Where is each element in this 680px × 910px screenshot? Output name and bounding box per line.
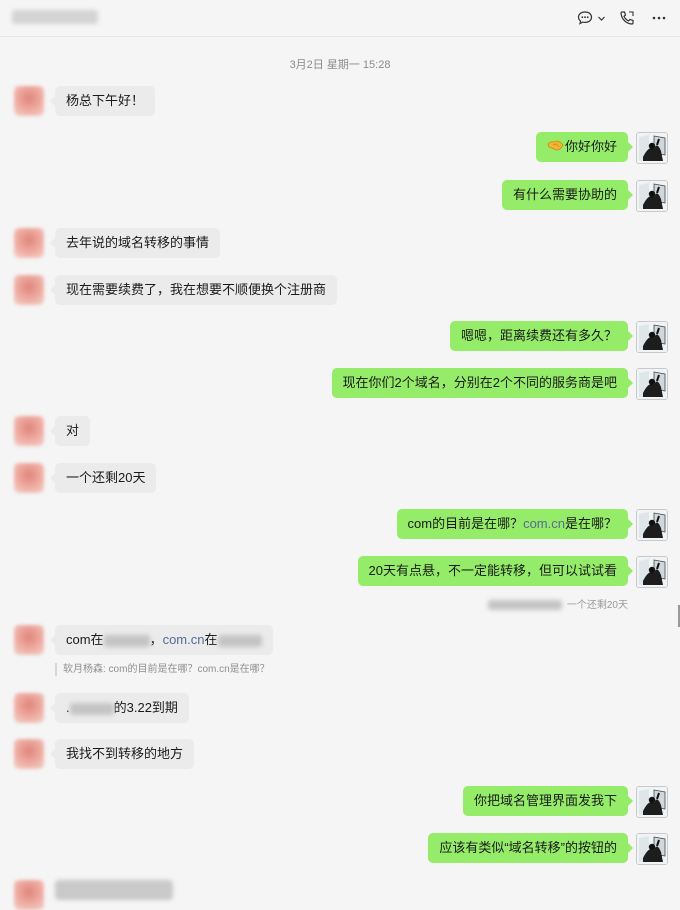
redacted-text [103,634,150,647]
message-bubble[interactable]: . 的3.22到期 [50,693,189,723]
redacted-text [69,702,114,715]
message-bubble[interactable]: 有什么需要协助的 [501,180,634,210]
chat-bubble-icon[interactable] [574,7,596,29]
contact-avatar[interactable] [14,416,44,446]
message-link[interactable]: com.cn [163,632,205,647]
message-row: 你把域名管理界面发我下 [0,786,680,820]
chat-title-redacted [12,10,98,24]
redacted-message[interactable] [55,880,173,900]
chevron-down-icon[interactable] [596,7,606,29]
message-bubble[interactable]: 现在需要续费了，我在想要不顺便换个注册商 [49,275,338,305]
message-row: 有什么需要协助的 [0,180,680,214]
message-text: 的3.22到期 [113,700,178,715]
message-row: com在 ，com.cn在 [0,625,680,659]
message-row: . 的3.22到期 [0,693,680,727]
quoted-reply[interactable]: 一个还剩20天 [487,596,628,611]
redacted-text [487,600,562,611]
message-bubble[interactable]: 我找不到转移的地方 [49,739,195,769]
message-bubble[interactable]: 一个还剩20天 [49,463,157,493]
chat-header [0,0,680,37]
message-bubble[interactable]: 你好你好 [535,132,634,163]
message-row: 我找不到转移的地方 [0,739,680,773]
message-bubble[interactable]: 应该有类似“域名转移”的按钮的 [428,833,633,863]
message-row: 现在需要续费了，我在想要不顺便换个注册商 [0,275,680,309]
message-text: 是在哪？ [564,516,617,531]
contact-avatar[interactable] [14,86,44,116]
message-text: 在 [204,632,218,647]
message-row: 嗯嗯，距离续费还有多久？ [0,321,680,355]
message-text: ， [149,632,163,647]
message-row: 杨总下午好！ [0,86,680,120]
message-link[interactable]: com.cn [523,516,565,531]
message-row: 20天有点悬，不一定能转移，但可以试试看 [0,556,680,590]
contact-avatar[interactable] [14,693,44,723]
redacted-text [217,634,262,647]
message-row: com的目前是在哪？com.cn是在哪？ [0,509,680,543]
contact-avatar[interactable] [14,625,44,655]
my-avatar[interactable] [636,556,668,588]
message-bubble[interactable]: com在 ，com.cn在 [50,625,273,655]
message-bubble[interactable]: 嗯嗯，距离续费还有多久？ [449,321,634,351]
message-row: 一个还剩20天 [0,463,680,497]
message-text: 你好你好 [564,139,617,154]
message-row: 对 [0,416,680,450]
message-text: com在 [66,632,104,647]
message-row: 现在你们2个域名，分别在2个不同的服务商是吧 [0,368,680,402]
quoted-text: 一个还剩20天 [566,600,628,611]
my-avatar[interactable] [636,786,668,818]
handshake-icon [547,133,564,163]
contact-avatar[interactable] [14,228,44,258]
message-bubble[interactable]: 你把域名管理界面发我下 [462,786,634,816]
message-bubble[interactable]: com的目前是在哪？com.cn是在哪？ [396,509,634,539]
my-avatar[interactable] [636,509,668,541]
my-avatar[interactable] [636,368,668,400]
phone-icon[interactable] [616,7,638,29]
my-avatar[interactable] [636,132,668,164]
my-avatar[interactable] [636,321,668,353]
quoted-reply[interactable]: 软月杨森: com的目前是在哪？com.cn是在哪？ [55,663,270,676]
message-row: 去年说的域名转移的事情 [0,228,680,262]
message-bubble[interactable]: 20天有点悬，不一定能转移，但可以试试看 [357,556,634,586]
message-text: com的目前是在哪？ [407,516,524,531]
message-bubble[interactable]: 对 [49,416,91,446]
message-bubble[interactable]: 现在你们2个域名，分别在2个不同的服务商是吧 [331,368,634,398]
contact-avatar[interactable] [14,275,44,305]
message-row: 你好你好 [0,132,680,166]
more-icon[interactable] [648,7,670,29]
message-bubble[interactable]: 去年说的域名转移的事情 [49,228,221,258]
contact-avatar[interactable] [14,739,44,769]
my-avatar[interactable] [636,180,668,212]
message-row: 应该有类似“域名转移”的按钮的 [0,833,680,867]
message-timestamp: 3月2日 星期一 15:28 [289,59,391,71]
contact-avatar[interactable] [14,880,44,910]
my-avatar[interactable] [636,833,668,865]
contact-avatar[interactable] [14,463,44,493]
message-bubble[interactable]: 杨总下午好！ [49,86,156,116]
